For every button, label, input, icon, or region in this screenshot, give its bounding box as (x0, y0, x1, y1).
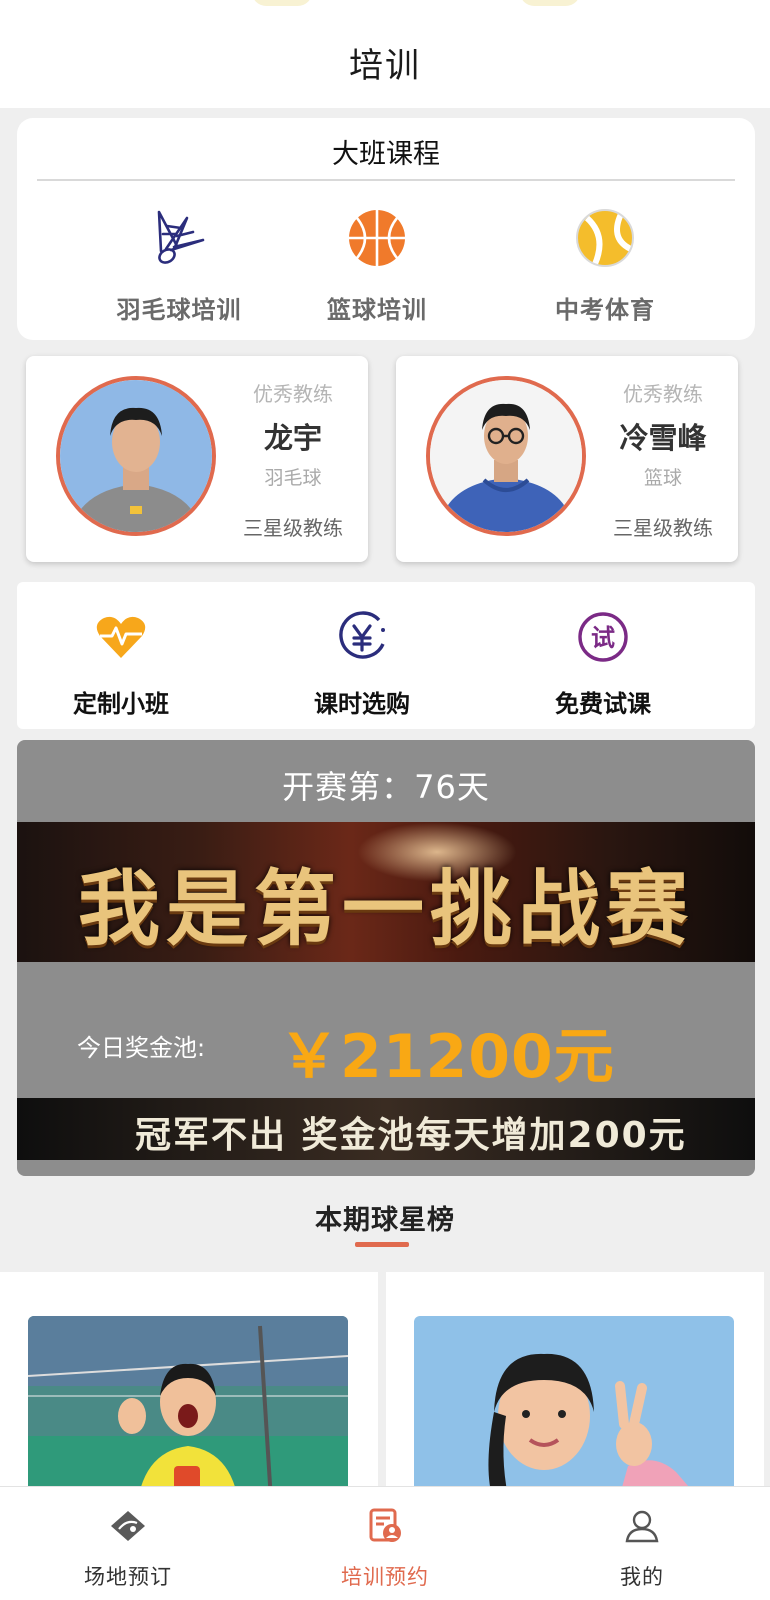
coach-tag: 优秀教练 (253, 382, 333, 406)
header-decoration (520, 0, 580, 6)
coach-sport: 篮球 (643, 467, 682, 489)
star-player-card[interactable] (386, 1272, 764, 1516)
course-pe-exam[interactable]: 中考体育 (495, 206, 715, 325)
coach-level: 三星级教练 (243, 516, 343, 540)
tab-label: 培训预约 (341, 1565, 429, 1589)
class-courses-card: 大班课程 羽毛球培训 篮球培训 中考体育 (17, 118, 755, 340)
user-icon (625, 1510, 659, 1543)
challenge-banner[interactable]: 我是第一挑战赛 (17, 822, 755, 962)
page-title: 培训 (349, 46, 421, 86)
coach-info: 优秀教练 龙宇 羽毛球 三星级教练 (232, 378, 354, 541)
shuttlecock-icon (157, 210, 205, 264)
yuan-icon (339, 611, 385, 659)
tab-label: 场地预订 (84, 1565, 172, 1589)
app-header: 培训 (0, 0, 770, 108)
services-card: 定制小班 课时选购 试 免费试课 (17, 582, 755, 729)
course-label: 中考体育 (555, 296, 655, 324)
coach-info: 优秀教练 冷雪峰 篮球 三星级教练 (602, 378, 724, 541)
coach-avatar (56, 376, 216, 536)
course-basketball[interactable]: 篮球培训 (267, 206, 487, 325)
course-label: 篮球培训 (327, 296, 427, 324)
tab-training-booking[interactable]: 培训预约 (257, 1487, 513, 1600)
prize-rule-text: 冠军不出 奖金池每天增加200元 (135, 1115, 687, 1156)
star-player-card[interactable] (0, 1272, 378, 1516)
challenge-match-panel[interactable]: 开赛第：76天 我是第一挑战赛 今日奖金池: ￥21200元 冠军不出 奖金池每… (17, 740, 755, 1176)
course-label: 羽毛球培训 (116, 296, 242, 324)
stars-section-title: 本期球星榜 (315, 1205, 455, 1236)
section-underline (355, 1242, 409, 1247)
coach-sport: 羽毛球 (264, 467, 322, 489)
trial-icon: 试 (578, 612, 628, 662)
service-label: 课时选购 (314, 690, 410, 718)
coach-tag: 优秀教练 (623, 382, 703, 406)
tennis-ball-icon (576, 209, 635, 267)
prize-pool-value: ￥21200元 (279, 1022, 615, 1092)
bottom-tab-bar: 场地预订 培训预约 我的 (0, 1486, 770, 1600)
trial-icon-glyph: 试 (591, 624, 615, 652)
header-decoration (252, 0, 312, 6)
service-free-trial[interactable]: 试 免费试课 (503, 610, 703, 719)
tab-label: 我的 (620, 1565, 664, 1589)
coach-card[interactable]: 优秀教练 冷雪峰 篮球 三星级教练 (396, 356, 738, 562)
basketball-icon (349, 210, 405, 266)
divider (37, 179, 735, 181)
match-countdown: 开赛第：76天 (282, 768, 490, 806)
coach-name: 龙宇 (263, 421, 322, 455)
venue-icon (111, 1511, 145, 1541)
training-icon (369, 1508, 401, 1542)
coach-avatar (426, 376, 586, 536)
challenge-banner-title: 我是第一挑战赛 (77, 861, 694, 957)
coach-name: 冷雪峰 (619, 421, 707, 455)
coach-card[interactable]: 优秀教练 龙宇 羽毛球 三星级教练 (26, 356, 368, 562)
coach-level: 三星级教练 (613, 516, 713, 540)
prize-pool-label: 今日奖金池: (77, 1034, 206, 1062)
service-buy-hours[interactable]: 课时选购 (262, 610, 462, 719)
service-label: 免费试课 (555, 690, 651, 718)
prize-rule-banner: 冠军不出 奖金池每天增加200元 (17, 1098, 755, 1160)
tab-my[interactable]: 我的 (514, 1487, 770, 1600)
heartbeat-icon (96, 616, 146, 658)
tab-venue-booking[interactable]: 场地预订 (0, 1487, 256, 1600)
service-custom-class[interactable]: 定制小班 (21, 610, 221, 719)
service-label: 定制小班 (73, 690, 169, 718)
course-badminton[interactable]: 羽毛球培训 (69, 206, 289, 325)
class-courses-title: 大班课程 (332, 139, 440, 170)
